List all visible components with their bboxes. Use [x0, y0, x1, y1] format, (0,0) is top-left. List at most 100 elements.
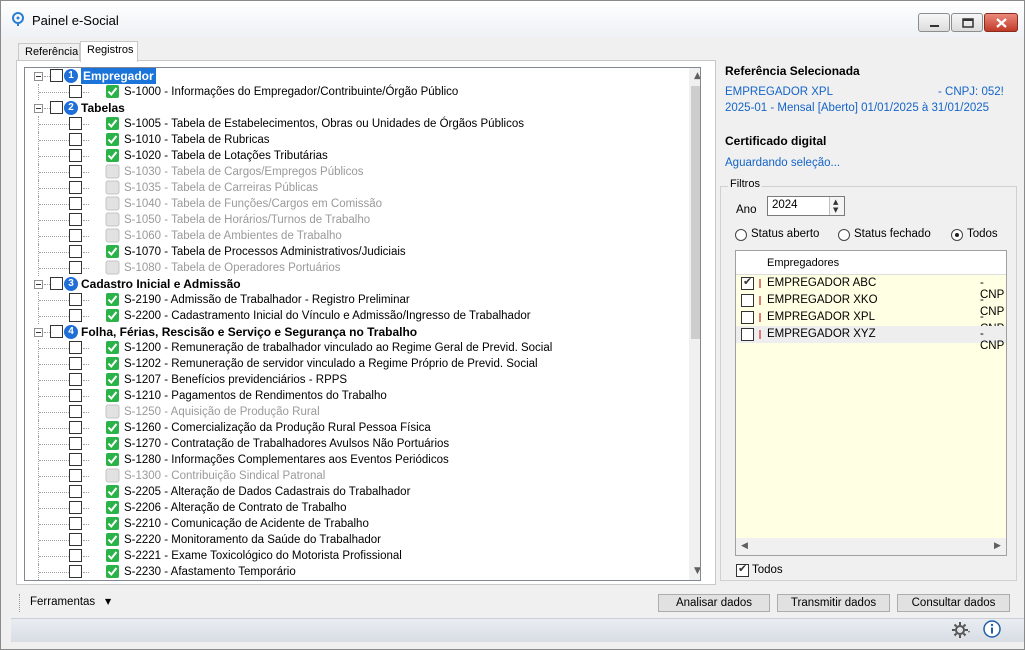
empregador-row[interactable]: EMPREGADOR XYZ - CNP [736, 326, 1006, 352]
empregadores-grid[interactable]: Empregadores EMPREGADOR ABC- CNPEMPREGAD… [735, 250, 1007, 556]
item-checkbox[interactable] [69, 293, 82, 306]
referencia-empregador[interactable]: EMPREGADOR XPL [725, 86, 833, 98]
tree-item[interactable]: S-1080 - Tabela de Operadores Portuários [25, 260, 689, 276]
tree-item[interactable]: S-1030 - Tabela de Cargos/Empregos Públi… [25, 164, 689, 180]
tab-registros[interactable]: Registros [80, 41, 138, 62]
item-checkbox[interactable] [69, 421, 82, 434]
empregador-row[interactable]: EMPREGADOR ABC- CNP [736, 275, 1006, 301]
item-checkbox[interactable] [69, 165, 82, 178]
event-tree[interactable]: 1 Empregador S-1000 - Informações do Empre… [24, 67, 701, 581]
scroll-left-icon[interactable]: ◀ [736, 538, 753, 555]
radio-todos[interactable]: Todos [951, 228, 1011, 242]
item-label[interactable]: S-1035 - Tabela de Carreiras Públicas [124, 180, 318, 196]
checkbox[interactable] [736, 562, 749, 577]
radio-circle[interactable] [951, 229, 963, 241]
tree-item[interactable]: S-1005 - Tabela de Estabelecimentos, Obr… [25, 116, 689, 132]
tree-item[interactable]: S-1250 - Aquisição de Produção Rural [25, 404, 689, 420]
item-checkbox[interactable] [69, 197, 82, 210]
tree-item[interactable]: S-1060 - Tabela de Ambientes de Trabalho [25, 228, 689, 244]
referencia-cnpj[interactable]: - CNPJ: 052! [938, 86, 1004, 98]
item-label[interactable]: S-1300 - Contribuição Sindical Patronal [124, 468, 325, 484]
item-label[interactable]: S-2206 - Alteração de Contrato de Trabal… [124, 500, 346, 516]
tree-item[interactable]: S-1040 - Tabela de Funções/Cargos em Com… [25, 196, 689, 212]
transmitir-dados-button[interactable]: Transmitir dados [777, 594, 890, 612]
scroll-right-icon[interactable]: ▶ [989, 538, 1006, 555]
tree-item[interactable]: S-1070 - Tabela de Processos Administrat… [25, 244, 689, 260]
row-checkbox[interactable] [741, 328, 754, 341]
group-checkbox[interactable] [50, 69, 63, 82]
item-label[interactable]: S-1070 - Tabela de Processos Administrat… [124, 244, 406, 260]
tree-item[interactable]: S-1010 - Tabela de Rubricas [25, 132, 689, 148]
item-checkbox[interactable] [69, 213, 82, 226]
radio-status-fechado[interactable]: Status fechado [838, 228, 938, 242]
group-label[interactable]: Folha, Férias, Rescisão e Serviço e Segu… [81, 324, 417, 340]
item-checkbox[interactable] [69, 549, 82, 562]
group-label[interactable]: Tabelas [81, 100, 125, 116]
ano-spinner[interactable]: ▲ ▼ [829, 197, 844, 215]
item-label[interactable]: S-1080 - Tabela de Operadores Portuários [124, 260, 341, 276]
tree-item[interactable]: S-1020 - Tabela de Lotações Tributárias [25, 148, 689, 164]
item-label[interactable]: S-1270 - Contratação de Trabalhadores Av… [124, 436, 449, 452]
maximize-button[interactable] [951, 13, 983, 32]
group-label[interactable]: Cadastro Inicial e Admissão [81, 276, 241, 292]
item-label[interactable]: S-1040 - Tabela de Funções/Cargos em Com… [124, 196, 382, 212]
tree-item[interactable]: S-2200 - Cadastramento Inicial do Víncul… [25, 308, 689, 324]
item-checkbox[interactable] [69, 517, 82, 530]
item-checkbox[interactable] [69, 405, 82, 418]
item-checkbox[interactable] [69, 181, 82, 194]
item-label[interactable]: S-1207 - Benefícios previdenciários - RP… [124, 372, 347, 388]
grid-hscrollbar[interactable]: ◀ ▶ [736, 538, 1006, 555]
tree-item[interactable]: S-2205 - Alteração de Dados Cadastrais d… [25, 484, 689, 500]
collapse-toggle-icon[interactable] [34, 72, 43, 81]
item-checkbox[interactable] [69, 149, 82, 162]
item-label[interactable]: S-1260 - Comercialização da Produção Rur… [124, 420, 431, 436]
tree-item[interactable]: S-1000 - Informações do Empregador/Contr… [25, 84, 689, 100]
close-button[interactable] [984, 13, 1018, 32]
item-label[interactable]: S-1050 - Tabela de Horários/Turnos de Tr… [124, 212, 370, 228]
tree-item[interactable]: S-1200 - Remuneração de trabalhador vinc… [25, 340, 689, 356]
group-checkbox[interactable] [50, 325, 63, 338]
row-checkbox[interactable] [741, 294, 754, 307]
scroll-thumb[interactable] [691, 86, 700, 339]
row-checkbox[interactable] [741, 275, 754, 290]
item-checkbox[interactable] [69, 245, 82, 258]
item-checkbox[interactable] [69, 133, 82, 146]
collapse-toggle-icon[interactable] [34, 328, 43, 337]
item-checkbox[interactable] [69, 533, 82, 546]
item-label[interactable]: S-1030 - Tabela de Cargos/Empregos Públi… [124, 164, 364, 180]
tree-item[interactable]: S-1280 - Informações Complementares aos … [25, 452, 689, 468]
item-label[interactable]: S-1202 - Remuneração de servidor vincula… [124, 356, 538, 372]
spin-up-icon[interactable]: ▲ [833, 198, 838, 206]
collapse-toggle-icon[interactable] [34, 280, 43, 289]
tree-group-3[interactable]: 3 Cadastro Inicial e Admissão [25, 276, 689, 292]
tree-item[interactable]: S-2221 - Exame Toxicológico do Motorista… [25, 548, 689, 564]
item-label[interactable]: S-1010 - Tabela de Rubricas [124, 132, 270, 148]
radio-circle[interactable] [735, 229, 747, 241]
tree-item[interactable]: S-1260 - Comercialização da Produção Rur… [25, 420, 689, 436]
tree-group-2[interactable]: 2 Tabelas [25, 100, 689, 116]
tree-item[interactable]: S-1202 - Remuneração de servidor vincula… [25, 356, 689, 372]
tab-referencia[interactable]: Referência [18, 43, 80, 61]
tree-scrollbar[interactable]: ▲ ▼ [689, 68, 700, 580]
item-label[interactable]: S-2190 - Admissão de Trabalhador - Regis… [124, 292, 410, 308]
tree-item[interactable]: S-2210 - Comunicação de Acidente de Trab… [25, 516, 689, 532]
gear-icon[interactable] [951, 620, 971, 640]
tree-item[interactable]: S-1207 - Benefícios previdenciários - RP… [25, 372, 689, 388]
empregador-row[interactable]: EMPREGADOR XPL- CNP [736, 309, 1006, 335]
item-checkbox[interactable] [69, 309, 82, 322]
item-label[interactable]: S-1210 - Pagamentos de Rendimentos do Tr… [124, 388, 387, 404]
item-checkbox[interactable] [69, 389, 82, 402]
item-checkbox[interactable] [69, 373, 82, 386]
tree-group-4[interactable]: 4 Folha, Férias, Rescisão e Serviço e Seg… [25, 324, 689, 340]
item-label[interactable]: S-1060 - Tabela de Ambientes de Trabalho [124, 228, 342, 244]
item-label[interactable]: S-1280 - Informações Complementares aos … [124, 452, 449, 468]
dropdown-arrow-icon[interactable]: ▼ [105, 597, 111, 606]
spin-down-icon[interactable]: ▼ [833, 206, 838, 214]
item-label[interactable]: S-1020 - Tabela de Lotações Tributárias [124, 148, 328, 164]
empregador-row[interactable]: EMPREGADOR XKO - CNP [736, 292, 1006, 318]
info-icon[interactable] [983, 620, 1001, 638]
item-checkbox[interactable] [69, 501, 82, 514]
tree-group-1[interactable]: 1 Empregador [25, 68, 689, 84]
radio-circle[interactable] [838, 229, 850, 241]
item-checkbox[interactable] [69, 229, 82, 242]
